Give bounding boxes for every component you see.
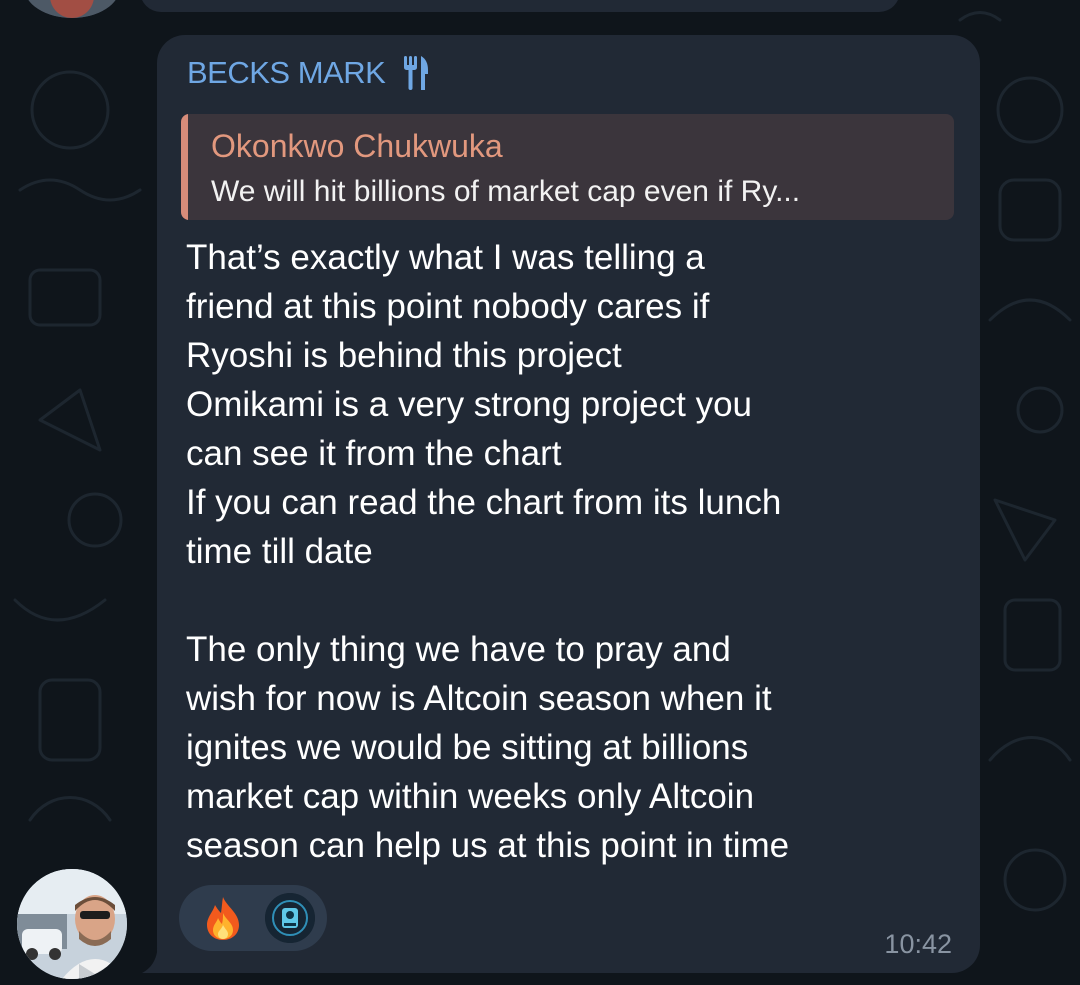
reply-accent-bar — [181, 114, 188, 220]
reply-preview-text: We will hit billions of market cap even … — [211, 175, 801, 208]
sender-avatar[interactable] — [17, 869, 127, 979]
reply-author: Okonkwo Chukwuka — [211, 128, 503, 164]
reaction-user-avatar[interactable] — [265, 893, 315, 943]
sender-name[interactable]: BECKS MARK — [187, 55, 386, 91]
message-timestamp: 10:42 — [884, 929, 952, 959]
message-bubble[interactable]: BECKS MARK Okonkwo Chukwuka We will hit … — [157, 35, 980, 973]
fire-emoji[interactable] — [201, 894, 245, 942]
previous-message-bubble[interactable] — [140, 0, 900, 12]
bubble-tail — [142, 942, 172, 973]
sender-row: BECKS MARK — [187, 55, 429, 91]
reactions-bar[interactable] — [179, 885, 327, 951]
reply-quote[interactable]: Okonkwo Chukwuka We will hit billions of… — [181, 114, 954, 220]
fork-and-knife-icon — [403, 55, 429, 91]
message-text: That’s exactly what I was telling a frie… — [186, 238, 790, 865]
